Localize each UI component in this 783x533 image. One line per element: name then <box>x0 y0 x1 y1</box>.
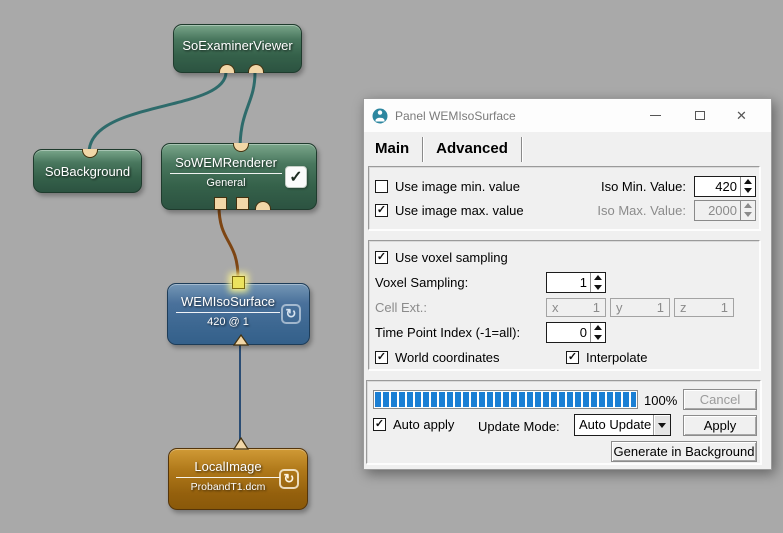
node-enable-checkbox[interactable]: ✓ <box>285 166 307 188</box>
use-image-max-label: Use image max. value <box>395 203 524 218</box>
node-localimage[interactable]: LocalImage ProbandT1.dcm ↻ <box>168 448 308 510</box>
wem-output-connector[interactable] <box>236 197 249 210</box>
titlebar[interactable]: Panel WEMIsoSurface ✕ <box>364 99 771 132</box>
cell-ext-label: Cell Ext.: <box>375 300 546 315</box>
edge-viewer-background[interactable] <box>89 72 226 153</box>
voxel-sampling-value[interactable]: 1 <box>547 273 590 292</box>
axis-value: 1 <box>593 300 600 315</box>
mevislab-icon <box>372 108 388 124</box>
use-voxel-sampling-label: Use voxel sampling <box>395 250 508 265</box>
image-input-connector[interactable] <box>233 334 249 346</box>
iso-min-value[interactable]: 420 <box>695 177 740 196</box>
progress-percent: 100% <box>644 393 677 408</box>
iso-value-group: Use image min. value Iso Min. Value: 420… <box>368 166 760 230</box>
apply-group: 100% Cancel Auto apply Update Mode: Auto… <box>366 380 761 464</box>
spin-down-icon[interactable] <box>591 333 605 343</box>
node-sobackground[interactable]: SoBackground <box>33 149 142 193</box>
node-soexaminerviewer[interactable]: SoExaminerViewer <box>173 24 302 73</box>
spin-down-icon[interactable] <box>591 283 605 293</box>
use-image-min-label: Use image min. value <box>395 179 520 194</box>
wem-input-connector-active[interactable] <box>232 276 245 289</box>
node-subtitle: General <box>170 174 282 189</box>
spin-up-icon <box>741 201 755 211</box>
update-mode-value: Auto Update <box>575 415 653 435</box>
use-image-min-checkbox[interactable] <box>375 180 388 193</box>
node-subtitle: ProbandT1.dcm <box>176 478 280 493</box>
image-output-connector[interactable] <box>233 437 249 450</box>
iso-max-label: Iso Max. Value: <box>597 203 694 218</box>
voxel-sampling-spinbox[interactable]: 1 <box>546 272 606 293</box>
time-point-index-label: Time Point Index (-1=all): <box>375 325 546 340</box>
cell-ext-z-field: z 1 <box>674 298 734 317</box>
voxel-sampling-label: Voxel Sampling: <box>375 275 546 290</box>
scene-input-connector[interactable] <box>233 143 249 152</box>
iso-min-label: Iso Min. Value: <box>601 179 694 194</box>
edge-viewer-renderer[interactable] <box>240 72 255 150</box>
scene-output-connector[interactable] <box>255 201 271 210</box>
cell-ext-y-field: y 1 <box>610 298 670 317</box>
node-title: WEMIsoSurface <box>176 294 280 313</box>
node-wemisosurface[interactable]: WEMIsoSurface 420 @ 1 ↻ <box>167 283 310 345</box>
interpolate-label: Interpolate <box>586 350 647 365</box>
close-button[interactable]: ✕ <box>726 99 757 132</box>
update-mode-label: Update Mode: <box>478 419 560 434</box>
generate-in-background-button[interactable]: Generate in Background <box>611 441 757 462</box>
cancel-button[interactable]: Cancel <box>683 389 757 410</box>
progress-fill <box>375 392 636 407</box>
use-voxel-sampling-checkbox[interactable] <box>375 251 388 264</box>
refresh-icon[interactable]: ↻ <box>281 304 301 324</box>
tab-advanced[interactable]: Advanced <box>423 137 522 162</box>
time-point-index-spinbox[interactable]: 0 <box>546 322 606 343</box>
axis-label: x <box>552 300 559 315</box>
scene-output-connector[interactable] <box>219 64 235 73</box>
world-coordinates-checkbox[interactable] <box>375 351 388 364</box>
progress-bar <box>373 390 638 409</box>
use-image-max-checkbox[interactable] <box>375 204 388 217</box>
node-sowemrenderer[interactable]: SoWEMRenderer General ✓ <box>161 143 317 210</box>
window-title: Panel WEMIsoSurface <box>395 109 516 123</box>
axis-label: y <box>616 300 623 315</box>
node-title: SoWEMRenderer <box>170 155 282 174</box>
auto-apply-checkbox[interactable] <box>373 418 386 431</box>
axis-value: 1 <box>721 300 728 315</box>
update-mode-dropdown[interactable]: Auto Update <box>574 414 671 436</box>
axis-value: 1 <box>657 300 664 315</box>
dropdown-arrow-icon[interactable] <box>653 415 670 435</box>
interpolate-checkbox[interactable] <box>566 351 579 364</box>
iso-max-spinbox: 2000 <box>694 200 756 221</box>
maximize-button[interactable] <box>684 99 715 132</box>
minimize-button[interactable] <box>640 99 671 132</box>
panel-window: Panel WEMIsoSurface ✕ Main Advanced Use … <box>363 98 772 470</box>
time-point-index-value[interactable]: 0 <box>547 323 590 342</box>
edge-renderer-isosurface[interactable] <box>219 206 238 278</box>
spin-down-icon <box>741 210 755 220</box>
tab-bar: Main Advanced <box>369 135 771 163</box>
spin-up-icon[interactable] <box>591 323 605 333</box>
apply-button[interactable]: Apply <box>683 415 757 436</box>
auto-apply-label: Auto apply <box>393 417 454 432</box>
iso-max-value: 2000 <box>695 201 740 220</box>
wem-output-connector[interactable] <box>214 197 227 210</box>
node-subtitle: 420 @ 1 <box>176 313 280 328</box>
tab-main[interactable]: Main <box>369 137 423 162</box>
maximize-icon <box>695 111 705 120</box>
node-title: SoExaminerViewer <box>174 25 301 66</box>
sampling-group: Use voxel sampling Voxel Sampling: 1 Cel… <box>368 240 760 370</box>
node-title: LocalImage <box>176 459 280 478</box>
cell-ext-x-field: x 1 <box>546 298 606 317</box>
minimize-icon <box>650 115 661 116</box>
world-coordinates-label: World coordinates <box>395 350 500 365</box>
axis-label: z <box>680 300 687 315</box>
iso-min-spinbox[interactable]: 420 <box>694 176 756 197</box>
spin-down-icon[interactable] <box>741 186 755 196</box>
spin-up-icon[interactable] <box>591 273 605 283</box>
spin-up-icon[interactable] <box>741 177 755 187</box>
refresh-icon[interactable]: ↻ <box>279 469 299 489</box>
scene-output-connector[interactable] <box>248 64 264 73</box>
